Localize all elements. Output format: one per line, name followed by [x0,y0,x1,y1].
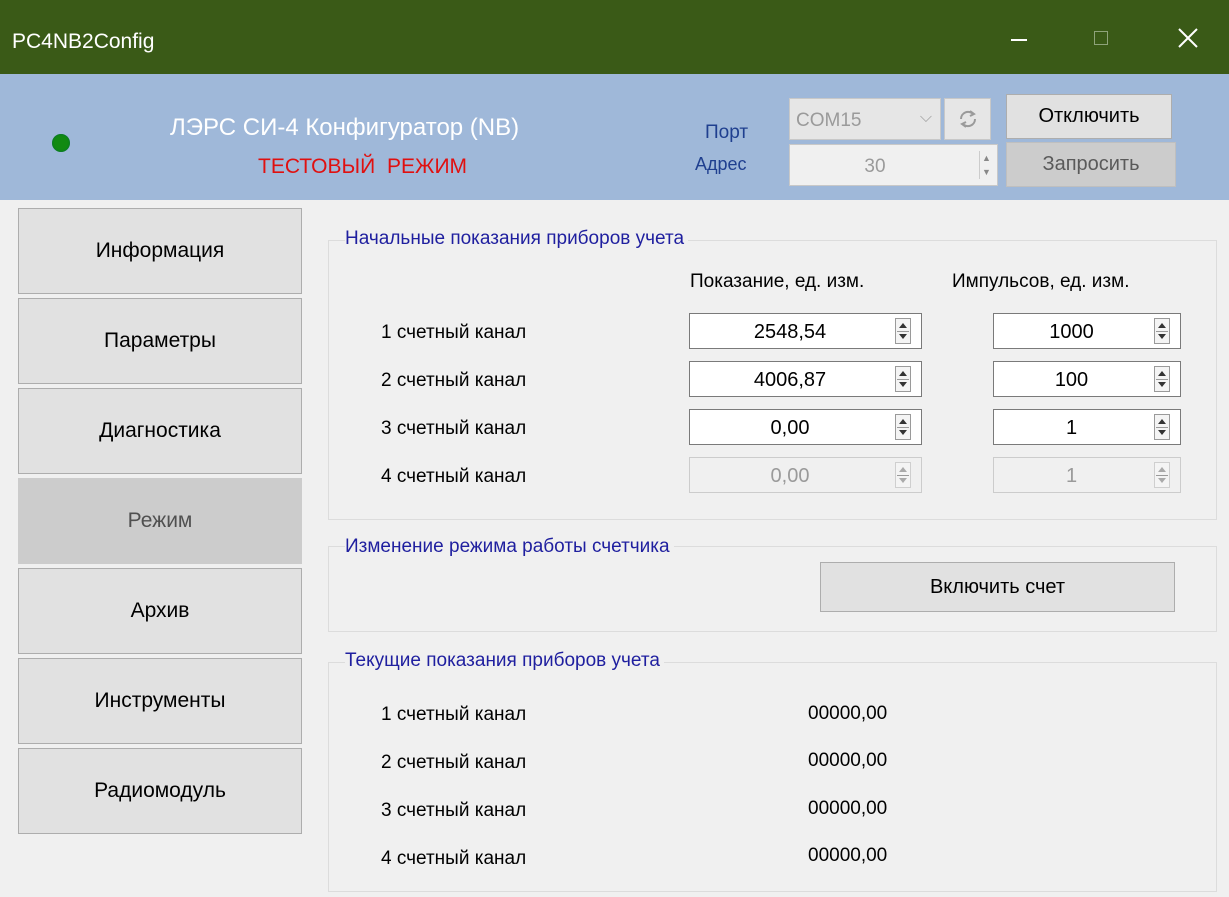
spinner-arrows-icon [895,462,911,488]
pulses-column-header: Импульсов, ед. изм. [952,271,1130,292]
sidebar-item-info[interactable]: Информация [18,208,302,294]
spinner-arrows-icon[interactable] [895,318,911,344]
channel-3-pulses-input[interactable]: 1 [993,409,1181,445]
initial-readings-title: Начальные показания приборов учета [345,228,689,250]
close-icon [1178,28,1198,48]
channel-4-reading-value: 0,00 [770,465,810,487]
disconnect-button[interactable]: Отключить [1006,94,1172,139]
channel-label: 3 счетный канал [381,800,527,821]
current-reading-value: 00000,00 [808,798,888,819]
channel-3-pulses-value: 1 [1065,417,1078,439]
app-title: ЛЭРС СИ-4 Конфигуратор (NB) [170,114,520,141]
title-bar: PC4NB2Config [0,0,1229,74]
channel-1-pulses-input[interactable]: 1000 [993,313,1181,349]
chevron-down-icon: ⌵ [919,109,932,126]
minimize-button[interactable] [994,16,1044,60]
window-title: PC4NB2Config [12,30,155,53]
spinner-arrows-icon[interactable] [895,366,911,392]
sidebar-item-diagnostics[interactable]: Диагностика [18,388,302,474]
sidebar-item-parameters[interactable]: Параметры [18,298,302,384]
enable-counting-button[interactable]: Включить счет [820,562,1175,612]
channel-label: 1 счетный канал [381,322,527,343]
reading-column-header: Показание, ед. изм. [690,271,865,292]
port-select-value: COM15 [796,110,862,131]
minimize-icon [1011,39,1027,41]
port-label: Порт [705,122,749,143]
mode-change-title: Изменение режима работы счетчика [345,536,674,558]
request-button[interactable]: Запросить [1006,142,1176,187]
channel-4-reading-input: 0,00 [689,457,922,493]
channel-label: 4 счетный канал [381,848,527,869]
spinner-arrows-icon[interactable]: ▲ ▼ [979,151,993,179]
connection-status-indicator [52,134,70,152]
channel-1-pulses-value: 1000 [1049,321,1094,343]
refresh-ports-button[interactable] [944,98,991,140]
channel-1-reading-input[interactable]: 2548,54 [689,313,922,349]
spinner-arrows-icon[interactable] [1154,366,1170,392]
address-spinner[interactable]: 30 ▲ ▼ [789,144,998,186]
channel-label: 2 счетный канал [381,370,527,391]
spinner-arrows-icon[interactable] [1154,318,1170,344]
current-readings-title: Текущие показания приборов учета [345,650,664,672]
main-content: Начальные показания приборов учета Показ… [313,200,1229,897]
sidebar-item-mode[interactable]: Режим [18,478,302,564]
channel-2-pulses-input[interactable]: 100 [993,361,1181,397]
channel-3-reading-value: 0,00 [770,417,810,439]
current-reading-value: 00000,00 [808,703,888,724]
mode-indicator: ТЕСТОВЫЙ РЕЖИМ [258,155,468,178]
address-label: Адрес [695,154,747,174]
port-select[interactable]: COM15 ⌵ [789,98,941,140]
sidebar-item-tools[interactable]: Инструменты [18,658,302,744]
channel-3-reading-input[interactable]: 0,00 [689,409,922,445]
sidebar: Информация Параметры Диагностика Режим А… [0,200,313,897]
current-reading-value: 00000,00 [808,750,888,771]
maximize-icon [1094,31,1108,45]
channel-label: 4 счетный канал [381,466,527,487]
channel-label: 1 счетный канал [381,704,527,725]
spinner-arrows-icon[interactable] [895,414,911,440]
sidebar-item-archive[interactable]: Архив [18,568,302,654]
current-reading-value: 00000,00 [808,845,888,866]
address-value: 30 [864,156,886,177]
channel-2-pulses-value: 100 [1054,369,1089,391]
channel-label: 3 счетный канал [381,418,527,439]
spinner-arrows-icon[interactable] [1154,414,1170,440]
channel-2-reading-value: 4006,87 [753,369,827,391]
maximize-button [1076,16,1126,60]
channel-4-pulses-value: 1 [1065,465,1078,487]
channel-2-reading-input[interactable]: 4006,87 [689,361,922,397]
refresh-icon [959,110,976,128]
close-button[interactable] [1163,16,1213,60]
sidebar-item-radio-module[interactable]: Радиомодуль [18,748,302,834]
channel-4-pulses-input: 1 [993,457,1181,493]
channel-1-reading-value: 2548,54 [753,321,827,343]
channel-label: 2 счетный канал [381,752,527,773]
spinner-arrows-icon [1154,462,1170,488]
